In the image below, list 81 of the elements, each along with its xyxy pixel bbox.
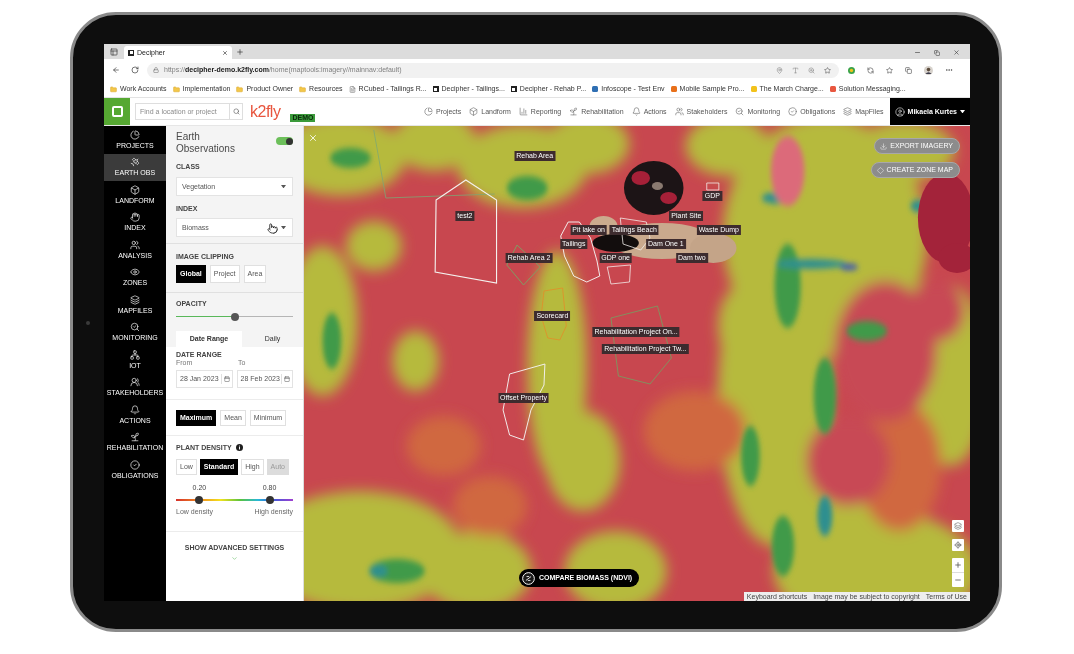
minimize-icon[interactable] [914, 49, 921, 56]
zone-outline [606, 264, 631, 285]
location-pin-icon[interactable] [776, 66, 783, 74]
slash-circle-icon [522, 571, 535, 585]
magnifier-icon [735, 107, 745, 116]
restore-icon[interactable] [934, 49, 940, 56]
refresh-icon[interactable] [131, 66, 139, 74]
collections-icon[interactable] [905, 66, 912, 74]
caret-icon [960, 109, 965, 114]
opacity-slider[interactable] [176, 312, 293, 321]
pie-chart-icon [423, 107, 433, 116]
close-icon[interactable] [308, 133, 318, 143]
plus-icon[interactable] [236, 48, 244, 56]
sprout-icon [130, 432, 140, 443]
zone-outline [706, 182, 720, 191]
cube-icon [469, 107, 479, 116]
layers-icon [130, 294, 140, 305]
calendar-icon[interactable] [223, 375, 230, 382]
density-range-slider[interactable] [176, 495, 293, 504]
slider-thumb[interactable] [265, 495, 274, 504]
pie-chart-icon [130, 129, 140, 140]
bell-icon [631, 107, 641, 116]
letter-icon[interactable] [792, 66, 799, 74]
search-icon [232, 108, 240, 115]
check-circle-icon [130, 459, 140, 470]
satellite-map-drawing[interactable] [304, 126, 970, 601]
folder-icon [172, 85, 180, 93]
panel-title: Earth Observations [176, 131, 236, 155]
locate-icon [954, 541, 962, 549]
close-icon[interactable] [222, 49, 228, 56]
slider-thumb[interactable] [195, 495, 204, 504]
avatar-icon[interactable] [924, 65, 933, 75]
locate-button[interactable] [952, 539, 964, 551]
satellite-icon [130, 157, 140, 168]
calendar-icon[interactable] [284, 375, 290, 382]
star-icon[interactable] [824, 66, 831, 74]
brand-logo: k2fly [250, 103, 281, 120]
eye-icon [130, 267, 140, 278]
more-icon[interactable] [945, 66, 953, 74]
hand-icon [130, 212, 140, 223]
tab-actions-icon[interactable] [110, 48, 118, 56]
bar-chart-icon [518, 107, 528, 116]
cube-icon [130, 184, 140, 195]
people-icon [674, 107, 684, 116]
magnifier-icon [130, 322, 140, 333]
app-favicon-icon [510, 86, 517, 92]
zoom-icon[interactable] [808, 66, 815, 74]
folder-icon [299, 85, 307, 93]
layers-icon [954, 522, 962, 530]
minus-icon [954, 576, 962, 584]
back-icon[interactable] [112, 66, 120, 74]
toggle-switch[interactable] [276, 137, 293, 145]
bell-icon [130, 404, 140, 415]
search-button[interactable] [229, 103, 243, 120]
app-favicon-icon [128, 49, 134, 56]
app-logo-icon[interactable] [104, 98, 130, 125]
info-icon[interactable] [235, 444, 243, 451]
circular-arrows-icon[interactable] [867, 66, 874, 74]
folder-icon [110, 85, 117, 93]
lock-icon [153, 67, 159, 73]
folder-icon [236, 85, 244, 93]
close-icon[interactable] [953, 49, 960, 56]
people-icon [130, 239, 140, 250]
user-icon [894, 106, 905, 117]
slider-thumb[interactable] [230, 312, 239, 321]
caret-icon [281, 184, 286, 189]
sprout-icon [569, 107, 579, 116]
hand-cursor-icon [267, 223, 278, 234]
diamond-icon [876, 166, 884, 174]
download-icon [880, 142, 888, 150]
app-favicon-icon [432, 86, 439, 92]
people-icon [130, 377, 140, 388]
layers-button[interactable] [952, 520, 964, 532]
extension-icon[interactable] [848, 66, 855, 74]
page-icon [348, 85, 356, 93]
caret-icon [281, 225, 286, 230]
plus-icon [954, 561, 962, 569]
network-icon [130, 349, 140, 360]
check-circle-icon [788, 107, 798, 116]
layers-icon [843, 107, 853, 116]
favorites-icon[interactable] [886, 66, 893, 74]
